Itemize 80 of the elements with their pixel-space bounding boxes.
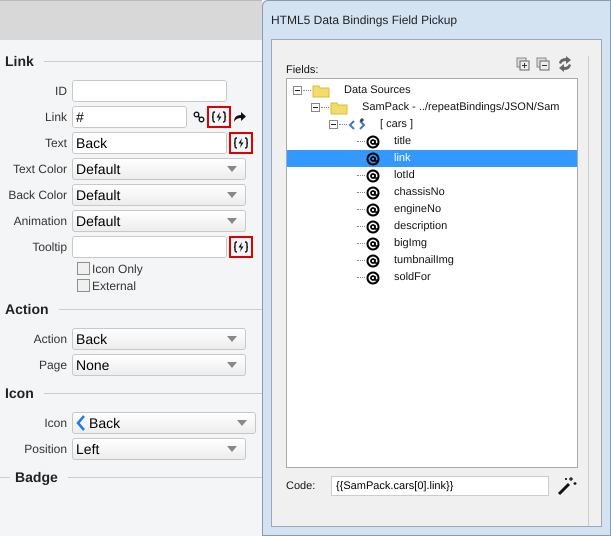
tree-item[interactable]: Data Sources: [287, 82, 577, 99]
collapse-toggle-icon[interactable]: [329, 120, 338, 129]
at-sign-icon: [366, 134, 380, 148]
fields-label: Fields:: [286, 62, 318, 78]
text-field[interactable]: [72, 80, 227, 102]
field-label: Position: [23, 441, 68, 458]
at-sign-icon: [366, 168, 380, 182]
dropdown[interactable]: Default: [72, 158, 246, 180]
dropdown[interactable]: None: [72, 354, 246, 376]
checkbox-label: Icon Only: [92, 260, 143, 278]
binding-button[interactable]: [207, 106, 231, 128]
refresh-icon[interactable]: [556, 56, 574, 72]
at-sign-icon: [366, 220, 380, 234]
magic-wand-icon[interactable]: [557, 476, 577, 496]
field-label: Animation: [12, 213, 68, 230]
link-chain-icon: [193, 111, 205, 123]
field-label: Link: [44, 109, 68, 126]
tree-item[interactable]: lotId: [287, 167, 577, 184]
tree-item[interactable]: chassisNo: [287, 184, 577, 201]
tree-item[interactable]: soldFor: [287, 269, 577, 286]
collapse-toggle-icon[interactable]: [311, 103, 320, 112]
code-label: Code:: [286, 478, 316, 494]
tree-item[interactable]: title: [287, 133, 577, 150]
tree-item[interactable]: [ cars ]: [287, 116, 577, 133]
section-heading: Link: [5, 52, 34, 70]
code-field[interactable]: {{SamPack.cars[0].link}}: [331, 476, 549, 496]
binding-button[interactable]: [229, 132, 253, 154]
text-field[interactable]: Back: [72, 132, 227, 154]
field-label: Text Color: [12, 161, 68, 178]
field-label: Text: [44, 135, 68, 152]
field-label: Page: [38, 357, 68, 374]
text-field[interactable]: [72, 236, 227, 258]
tree-item[interactable]: SamPack - ../repeatBindings/JSON/Sam: [287, 99, 577, 116]
folder-icon: [312, 84, 330, 98]
section-heading: Icon: [5, 384, 34, 402]
dropdown[interactable]: Default: [72, 184, 246, 206]
at-sign-icon: [366, 236, 380, 250]
field-label: Action: [32, 331, 68, 348]
checkbox-label: External: [92, 278, 136, 294]
field-label: Back Color: [7, 187, 68, 204]
binding-button[interactable]: [229, 236, 253, 258]
collapse-toggle-icon[interactable]: [293, 86, 302, 95]
link-field[interactable]: #: [72, 106, 187, 128]
at-sign-icon: [366, 202, 380, 216]
at-sign-icon: [366, 254, 380, 268]
at-sign-icon: [366, 152, 380, 166]
tree-item[interactable]: tumbnailImg: [287, 252, 577, 269]
dropdown[interactable]: Back: [72, 328, 246, 350]
diamond-braces-icon: [348, 118, 366, 132]
tree-item[interactable]: engineNo: [287, 201, 577, 218]
tree-item[interactable]: bigImg: [287, 235, 577, 252]
dropdown[interactable]: Left: [72, 438, 246, 460]
bolt-braces-icon: [233, 241, 249, 253]
checkbox[interactable]: [77, 262, 90, 275]
dropdown[interactable]: Back: [72, 412, 256, 434]
field-label: Icon: [43, 415, 68, 432]
window-title: HTML5 Data Bindings Field Pickup: [271, 12, 458, 29]
dropdown-arrow-icon: [237, 420, 247, 426]
bolt-braces-icon: [211, 111, 227, 123]
expand-all-icon[interactable]: [516, 57, 530, 71]
dropdown-arrow-icon: [227, 166, 237, 172]
section-heading: Badge: [15, 468, 58, 487]
dropdown[interactable]: Default: [72, 210, 246, 232]
at-sign-icon: [366, 186, 380, 200]
at-sign-icon: [366, 270, 380, 284]
checkbox[interactable]: [77, 279, 90, 292]
folder-icon: [330, 100, 348, 114]
dropdown-arrow-icon: [227, 192, 237, 198]
chevron-left-icon: [76, 415, 86, 431]
dropdown-arrow-icon: [227, 218, 237, 224]
dropdown-arrow-icon: [227, 446, 237, 452]
section-heading: Action: [5, 300, 49, 318]
dropdown-arrow-icon: [227, 362, 237, 368]
field-label: ID: [54, 83, 68, 100]
field-label: Tooltip: [31, 239, 68, 256]
collapse-all-icon[interactable]: [536, 57, 550, 71]
tree-item[interactable]: description: [287, 218, 577, 235]
dropdown-arrow-icon: [227, 336, 237, 342]
bolt-braces-icon: [233, 137, 249, 149]
redo-arrow-icon[interactable]: [233, 111, 247, 123]
